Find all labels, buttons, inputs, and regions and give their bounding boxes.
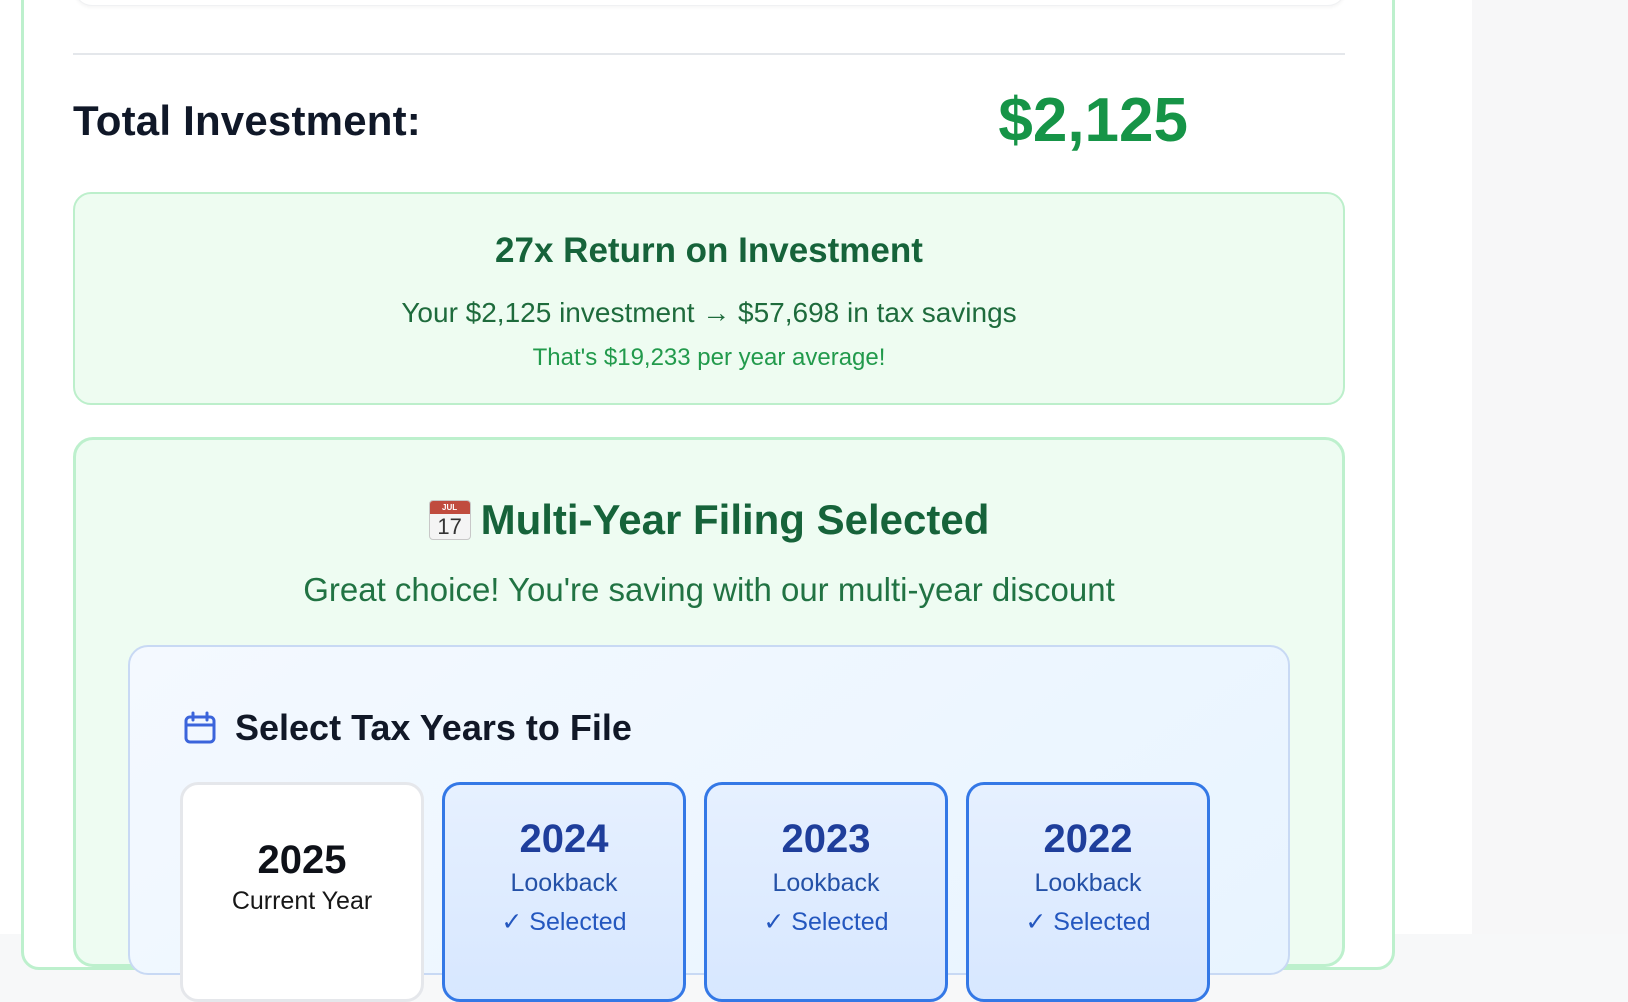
roi-summary-box: 27x Return on Investment Your $2,125 inv… [73, 192, 1345, 405]
multi-year-title-text: Multi-Year Filing Selected [480, 496, 990, 543]
year-card-2024[interactable]: 2024 Lookback ✓ Selected [442, 782, 686, 1002]
multi-year-selection-box: JUL 17 Multi-Year Filing Selected Great … [73, 437, 1345, 1002]
year-label: Lookback [772, 869, 880, 897]
calendar-emoji-icon: JUL 17 [428, 500, 471, 540]
year-number: 2023 [781, 817, 871, 861]
year-card-2023[interactable]: 2023 Lookback ✓ Selected [704, 782, 948, 1002]
page-canvas: Total Investment: $2,125 27x Return on I… [0, 0, 1472, 1002]
previous-section-panel [74, 0, 1346, 6]
calendar-emoji-day: 17 [437, 514, 462, 539]
year-number: 2025 [257, 838, 347, 882]
year-label: Lookback [510, 869, 618, 897]
roi-title: 27x Return on Investment [495, 231, 923, 270]
year-card-2025[interactable]: 2025 Current Year [180, 782, 424, 1002]
calendar-icon [184, 711, 216, 744]
year-card-2022[interactable]: 2022 Lookback ✓ Selected [966, 782, 1210, 1002]
year-selected-status: ✓ Selected [501, 908, 627, 936]
roi-savings-line: Your $2,125 investment → $57,698 in tax … [401, 297, 1017, 328]
year-number: 2022 [1043, 817, 1133, 861]
year-label: Current Year [231, 887, 373, 915]
multi-year-title: JUL 17 Multi-Year Filing Selected [76, 496, 1342, 544]
total-investment-label: Total Investment: [73, 97, 421, 144]
year-number: 2024 [519, 817, 609, 861]
total-investment-amount: $2,125 [998, 86, 1188, 155]
roi-average-line: That's $19,233 per year average! [532, 344, 886, 371]
tax-years-heading-text: Select Tax Years to File [235, 707, 632, 748]
year-selected-status: ✓ Selected [1025, 908, 1151, 936]
multi-year-subtitle: Great choice! You're saving with our mul… [303, 571, 1115, 608]
right-page-gutter [1472, 0, 1628, 934]
year-label: Lookback [1034, 869, 1142, 897]
tax-years-panel: Select Tax Years to File 2025 Current Ye… [128, 645, 1290, 1002]
section-divider [73, 53, 1345, 55]
tax-years-heading: Select Tax Years to File [182, 707, 632, 749]
calendar-emoji-month: JUL [429, 501, 470, 514]
year-selected-status: ✓ Selected [763, 908, 889, 936]
